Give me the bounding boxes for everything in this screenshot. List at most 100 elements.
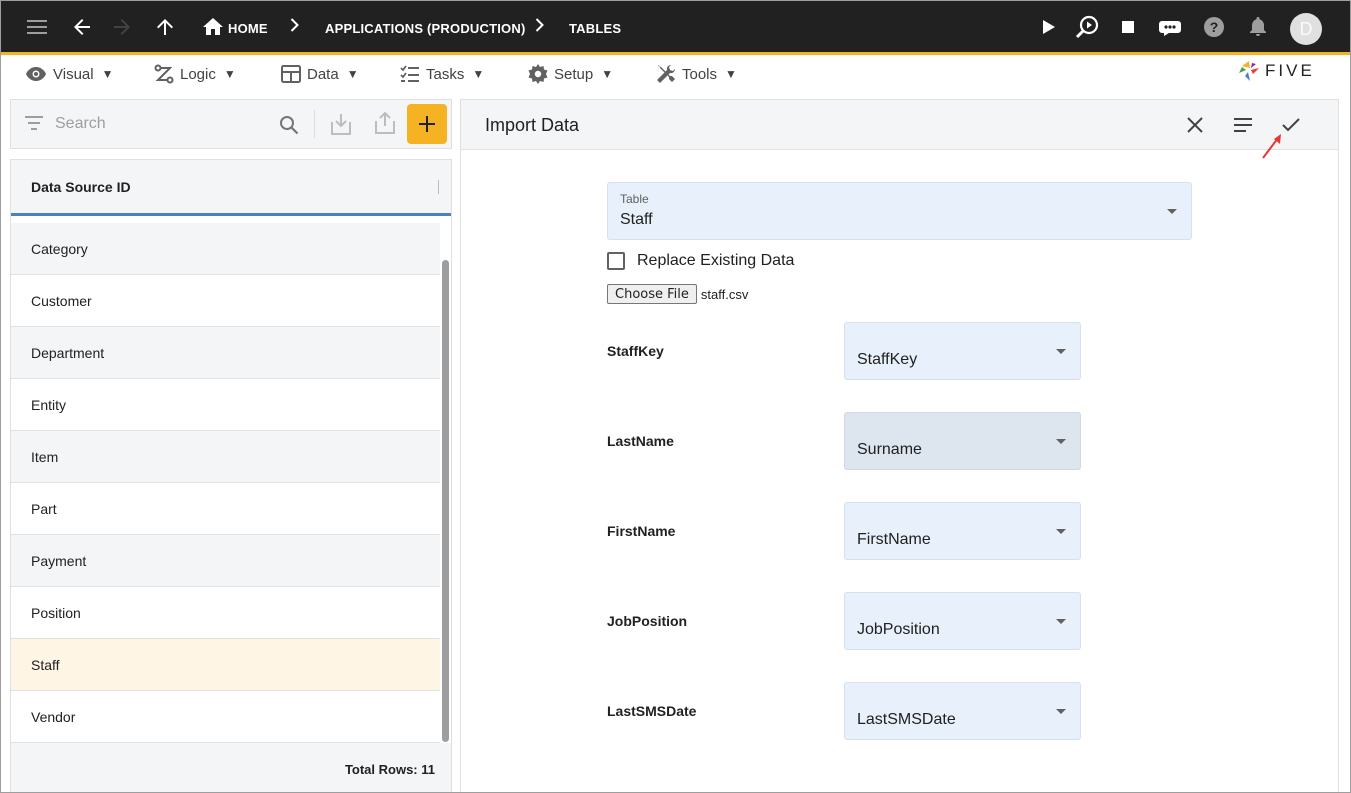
toolbar-divider bbox=[314, 110, 315, 138]
list-item-selected[interactable]: Staff bbox=[11, 639, 440, 691]
help-icon[interactable]: ? bbox=[1201, 14, 1227, 40]
list-scrollbar[interactable] bbox=[442, 260, 449, 742]
choose-file-button[interactable]: Choose File bbox=[607, 284, 697, 304]
caret-down-icon: ▼ bbox=[346, 67, 359, 81]
share-icon[interactable] bbox=[375, 111, 395, 140]
breadcrumb-tables[interactable]: TABLES bbox=[569, 21, 621, 36]
mapping-column-select[interactable]: JobPosition bbox=[844, 592, 1081, 650]
filter-icon[interactable] bbox=[25, 116, 43, 135]
forward-arrow-icon[interactable] bbox=[109, 14, 135, 40]
total-rows: Total Rows: 11 bbox=[344, 762, 435, 777]
caret-down-icon: ▼ bbox=[101, 67, 114, 81]
mapping-column-select[interactable]: StaffKey bbox=[844, 322, 1081, 380]
form-header: Import Data bbox=[461, 100, 1338, 159]
breadcrumb-home[interactable]: HOME bbox=[228, 21, 268, 36]
table-select[interactable]: Table Staff bbox=[607, 182, 1192, 240]
column-resize-handle[interactable] bbox=[438, 180, 439, 194]
list-item[interactable]: Customer bbox=[11, 275, 440, 327]
svg-text:?: ? bbox=[1210, 19, 1219, 35]
up-arrow-icon[interactable] bbox=[152, 14, 178, 40]
table-icon bbox=[281, 65, 301, 83]
caret-down-icon: ▼ bbox=[601, 67, 614, 81]
menu-icon[interactable] bbox=[25, 14, 51, 40]
table-select-value: Staff bbox=[620, 211, 653, 228]
menu-tasks-label: Tasks bbox=[426, 65, 465, 83]
mapping-column-value: StaffKey bbox=[857, 351, 918, 368]
list-item[interactable]: Vendor bbox=[11, 691, 440, 743]
menu-tools-label: Tools bbox=[682, 65, 718, 83]
list-item[interactable]: Item bbox=[11, 431, 440, 483]
list-item[interactable]: Position bbox=[11, 587, 440, 639]
menu-tools[interactable]: Tools ▼ bbox=[656, 64, 737, 84]
menu-bar: Visual ▼ Logic ▼ Data ▼ Tasks ▼ Setup ▼ Tools… bbox=[1, 55, 1350, 93]
menu-setup-label: Setup bbox=[554, 65, 594, 83]
caret-down-icon: ▼ bbox=[223, 67, 236, 81]
mapping-column-value: LastSMSDate bbox=[857, 711, 956, 728]
list-item[interactable]: Entity bbox=[11, 379, 440, 431]
user-avatar[interactable]: D bbox=[1290, 13, 1322, 45]
replace-existing-checkbox[interactable] bbox=[607, 252, 625, 270]
mapping-column-value: JobPosition bbox=[857, 621, 940, 638]
caret-down-icon: ▼ bbox=[725, 67, 737, 81]
close-button[interactable] bbox=[1181, 111, 1209, 139]
download-icon[interactable] bbox=[331, 112, 351, 141]
mapping-field-label: FirstName bbox=[607, 523, 676, 539]
caret-down-icon: ▼ bbox=[472, 67, 485, 81]
chat-bot-icon[interactable] bbox=[1157, 14, 1183, 40]
tools-icon bbox=[657, 64, 676, 83]
five-logo-mark-icon bbox=[1239, 61, 1259, 81]
task-list-icon bbox=[400, 65, 419, 82]
search-input[interactable]: Search bbox=[55, 115, 106, 133]
dropdown-arrow-icon bbox=[1056, 709, 1066, 714]
dropdown-arrow-icon bbox=[1056, 439, 1066, 444]
menu-data[interactable]: Data ▼ bbox=[281, 64, 359, 84]
mapping-column-select[interactable]: Surname bbox=[844, 412, 1081, 470]
list-item[interactable]: Part bbox=[11, 483, 440, 535]
menu-logic-label: Logic bbox=[180, 65, 216, 83]
list-item[interactable]: Payment bbox=[11, 535, 440, 587]
notification-bell-icon[interactable] bbox=[1245, 14, 1271, 40]
app-window: HOME APPLICATIONS (PRODUCTION) TABLES ? … bbox=[0, 0, 1351, 793]
list-item[interactable]: Department bbox=[11, 327, 440, 379]
search-icon[interactable] bbox=[279, 115, 299, 140]
top-bar: HOME APPLICATIONS (PRODUCTION) TABLES ? … bbox=[1, 1, 1350, 55]
breadcrumb-applications[interactable]: APPLICATIONS (PRODUCTION) bbox=[325, 21, 525, 36]
dropdown-arrow-icon bbox=[1056, 529, 1066, 534]
file-upload-row: Choose File staff.csv bbox=[607, 284, 748, 304]
avatar-initial: D bbox=[1299, 18, 1313, 39]
mapping-field-label: StaffKey bbox=[607, 343, 664, 359]
annotation-arrow-icon bbox=[1262, 134, 1281, 159]
logic-icon bbox=[154, 64, 174, 84]
form-title: Import Data bbox=[485, 115, 580, 135]
mapping-column-value: Surname bbox=[857, 441, 922, 458]
run-search-icon[interactable] bbox=[1075, 14, 1101, 40]
stop-icon[interactable] bbox=[1115, 14, 1141, 40]
list-toolbar: Search bbox=[10, 99, 452, 149]
notes-button[interactable] bbox=[1229, 111, 1257, 139]
menu-tasks[interactable]: Tasks ▼ bbox=[400, 64, 484, 84]
mapping-column-select[interactable]: FirstName bbox=[844, 502, 1081, 560]
column-header-data-source-id[interactable]: Data Source ID bbox=[31, 179, 131, 195]
list-item[interactable]: Category bbox=[11, 223, 440, 275]
replace-existing-label[interactable]: Replace Existing Data bbox=[637, 252, 794, 270]
replace-existing-row: Replace Existing Data bbox=[607, 250, 794, 272]
menu-logic[interactable]: Logic ▼ bbox=[154, 64, 236, 84]
mapping-column-select[interactable]: LastSMSDate bbox=[844, 682, 1081, 740]
selected-file-name: staff.csv bbox=[700, 286, 749, 302]
plus-icon bbox=[419, 116, 435, 132]
back-arrow-icon[interactable] bbox=[69, 14, 95, 40]
dropdown-arrow-icon bbox=[1056, 349, 1066, 354]
play-icon[interactable] bbox=[1036, 14, 1062, 40]
menu-visual[interactable]: Visual ▼ bbox=[25, 64, 113, 84]
table-select-label: Table bbox=[620, 192, 649, 206]
menu-setup[interactable]: Setup ▼ bbox=[528, 64, 613, 84]
chevron-right-icon bbox=[535, 17, 545, 38]
mapping-column-value: FirstName bbox=[857, 531, 931, 548]
home-icon[interactable] bbox=[200, 14, 226, 40]
menu-data-label: Data bbox=[307, 65, 339, 83]
list-footer: Total Rows: 11 bbox=[11, 743, 451, 792]
list-header: Data Source ID bbox=[11, 160, 451, 216]
close-icon bbox=[1187, 117, 1203, 133]
add-button[interactable] bbox=[407, 104, 447, 144]
notes-lines-icon bbox=[1234, 118, 1252, 132]
